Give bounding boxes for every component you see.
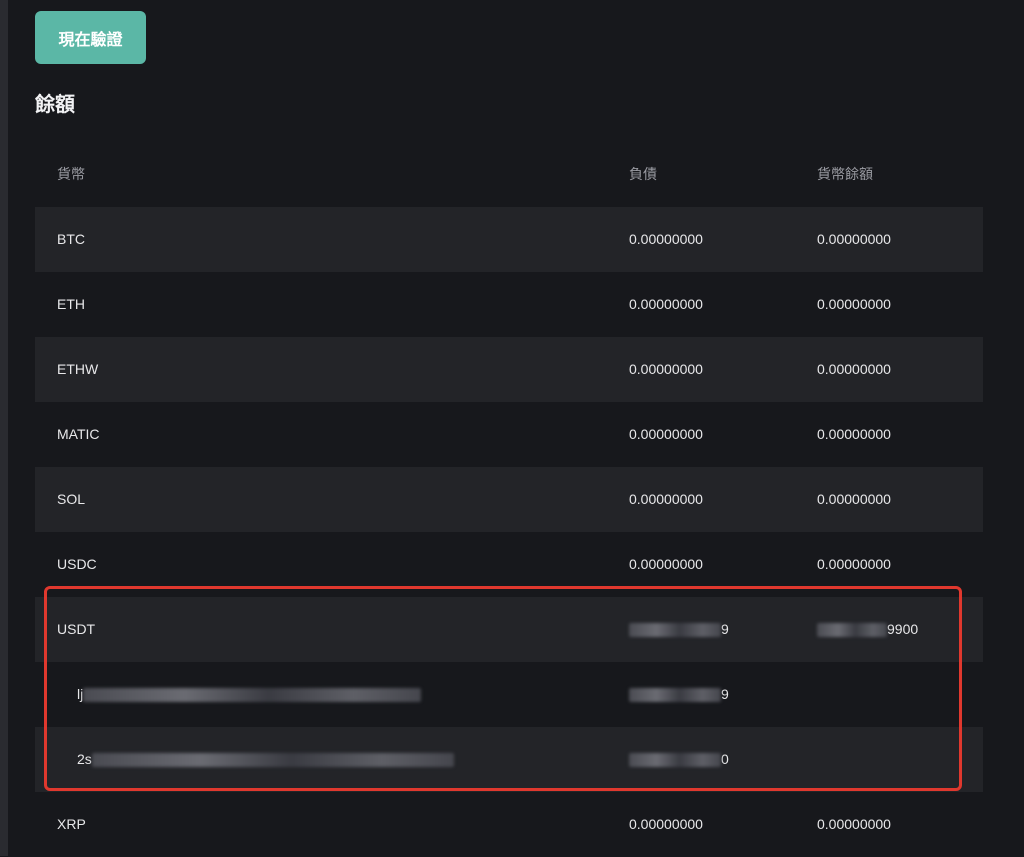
table-row-sub-account: lj 9 xyxy=(35,662,983,727)
liability-cell-redacted: 9 xyxy=(629,686,729,703)
currency-cell: ETH xyxy=(57,296,85,312)
currency-cell: USDT xyxy=(57,621,96,637)
redaction-blur xyxy=(83,688,422,703)
verify-now-button[interactable]: 現在驗證 xyxy=(35,11,146,64)
redaction-blur xyxy=(629,688,721,703)
currency-cell: USDC xyxy=(57,556,97,572)
balance-suffix: 9900 xyxy=(887,621,919,637)
table-row: SOL 0.00000000 0.00000000 xyxy=(35,467,983,532)
balance-cell: 0.00000000 xyxy=(817,491,891,507)
liability-cell-redacted: 0 xyxy=(629,751,729,768)
liability-cell: 0.00000000 xyxy=(629,816,703,832)
liability-cell: 0.00000000 xyxy=(629,296,703,312)
address-cell-redacted: 2s xyxy=(77,751,454,768)
table-header: 貨幣 負債 貨幣餘額 xyxy=(35,142,983,207)
balance-table: 貨幣 負債 貨幣餘額 BTC 0.00000000 0.00000000 ETH… xyxy=(35,142,983,857)
address-cell-redacted: lj xyxy=(77,686,422,703)
column-header-balance: 貨幣餘額 xyxy=(817,167,873,183)
redaction-blur xyxy=(629,753,721,768)
section-title: 餘額 xyxy=(35,92,75,116)
currency-cell: SOL xyxy=(57,491,86,507)
table-row-usdt: USDT 9 9900 xyxy=(35,597,983,662)
balance-cell: 0.00000000 xyxy=(817,816,891,832)
redaction-blur xyxy=(817,623,887,638)
left-border xyxy=(0,0,8,856)
balance-cell: 0.00000000 xyxy=(817,556,891,572)
balance-cell: 0.00000000 xyxy=(817,296,891,312)
balance-cell: 0.00000000 xyxy=(817,361,891,377)
liability-suffix: 9 xyxy=(721,621,729,637)
table-row: BTC 0.00000000 0.00000000 xyxy=(35,207,983,272)
currency-cell: BTC xyxy=(57,231,85,247)
balance-cell: 0.00000000 xyxy=(817,426,891,442)
table-row: ETH 0.00000000 0.00000000 xyxy=(35,272,983,337)
liability-cell: 0.00000000 xyxy=(629,231,703,247)
liability-cell: 0.00000000 xyxy=(629,426,703,442)
balance-cell: 0.00000000 xyxy=(817,231,891,247)
liability-cell: 0.00000000 xyxy=(629,556,703,572)
currency-cell: ETHW xyxy=(57,361,99,377)
balance-cell-redacted: 9900 xyxy=(817,621,919,638)
column-header-currency: 貨幣 xyxy=(57,167,85,183)
liability-suffix: 0 xyxy=(721,751,729,767)
liability-cell-redacted: 9 xyxy=(629,621,729,638)
currency-cell: MATIC xyxy=(57,426,100,442)
table-row: MATIC 0.00000000 0.00000000 xyxy=(35,402,983,467)
currency-cell: XRP xyxy=(57,816,86,832)
redaction-blur xyxy=(629,623,721,638)
redaction-blur xyxy=(91,753,454,768)
liability-cell: 0.00000000 xyxy=(629,361,703,377)
liability-suffix: 9 xyxy=(721,686,729,702)
table-row-sub-account: 2s 0 xyxy=(35,727,983,792)
table-row: USDC 0.00000000 0.00000000 xyxy=(35,532,983,597)
table-row: ETHW 0.00000000 0.00000000 xyxy=(35,337,983,402)
column-header-liability: 負債 xyxy=(629,167,657,183)
address-prefix: 2s xyxy=(77,751,92,767)
liability-cell: 0.00000000 xyxy=(629,491,703,507)
table-row: XRP 0.00000000 0.00000000 xyxy=(35,792,983,857)
